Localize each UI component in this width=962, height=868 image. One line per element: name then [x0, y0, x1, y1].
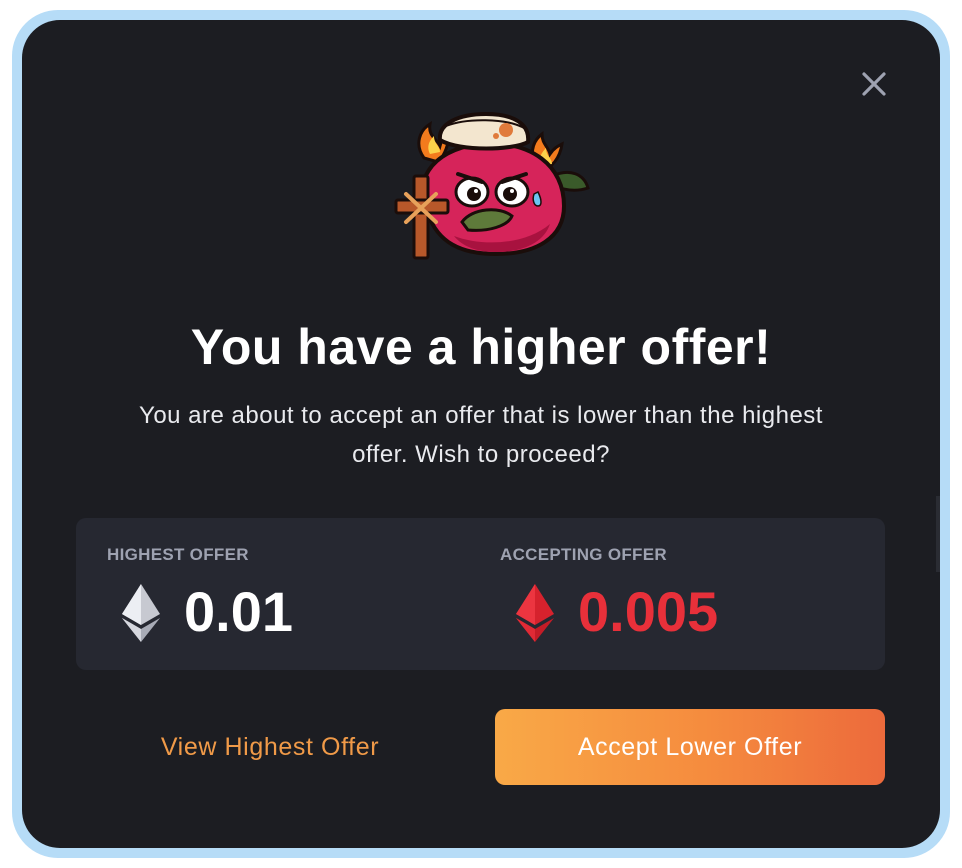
dialog-title: You have a higher offer!	[190, 319, 772, 375]
scrollbar[interactable]	[936, 496, 940, 572]
higher-offer-dialog: You have a higher offer! You are about t…	[22, 20, 940, 848]
accepting-offer-section: ACCEPTING OFFER 0.005	[480, 518, 885, 670]
eth-diamond-icon	[516, 584, 554, 642]
accepting-offer-value: 0.005	[578, 580, 719, 643]
close-button[interactable]	[860, 70, 888, 98]
close-x-icon[interactable]	[860, 70, 888, 98]
highest-offer-label: HIGHEST OFFER	[107, 545, 249, 564]
eth-diamond-icon	[122, 584, 160, 642]
axie-avatar	[384, 96, 590, 268]
accept-lower-offer-button[interactable]: Accept Lower Offer	[495, 709, 885, 785]
accepting-offer-label: ACCEPTING OFFER	[500, 545, 667, 564]
axie-creature-avatar-icon	[394, 111, 590, 260]
dialog-subtitle: You are about to accept an offer that is…	[139, 402, 823, 468]
view-highest-offer-button[interactable]: View Highest Offer	[102, 710, 438, 784]
highest-offer-value: 0.01	[184, 580, 293, 643]
offers-comparison-panel: HIGHEST OFFER 0.01 ACCEPTING OFFER 0.005	[76, 518, 885, 670]
highest-offer-section: HIGHEST OFFER 0.01	[76, 518, 480, 670]
